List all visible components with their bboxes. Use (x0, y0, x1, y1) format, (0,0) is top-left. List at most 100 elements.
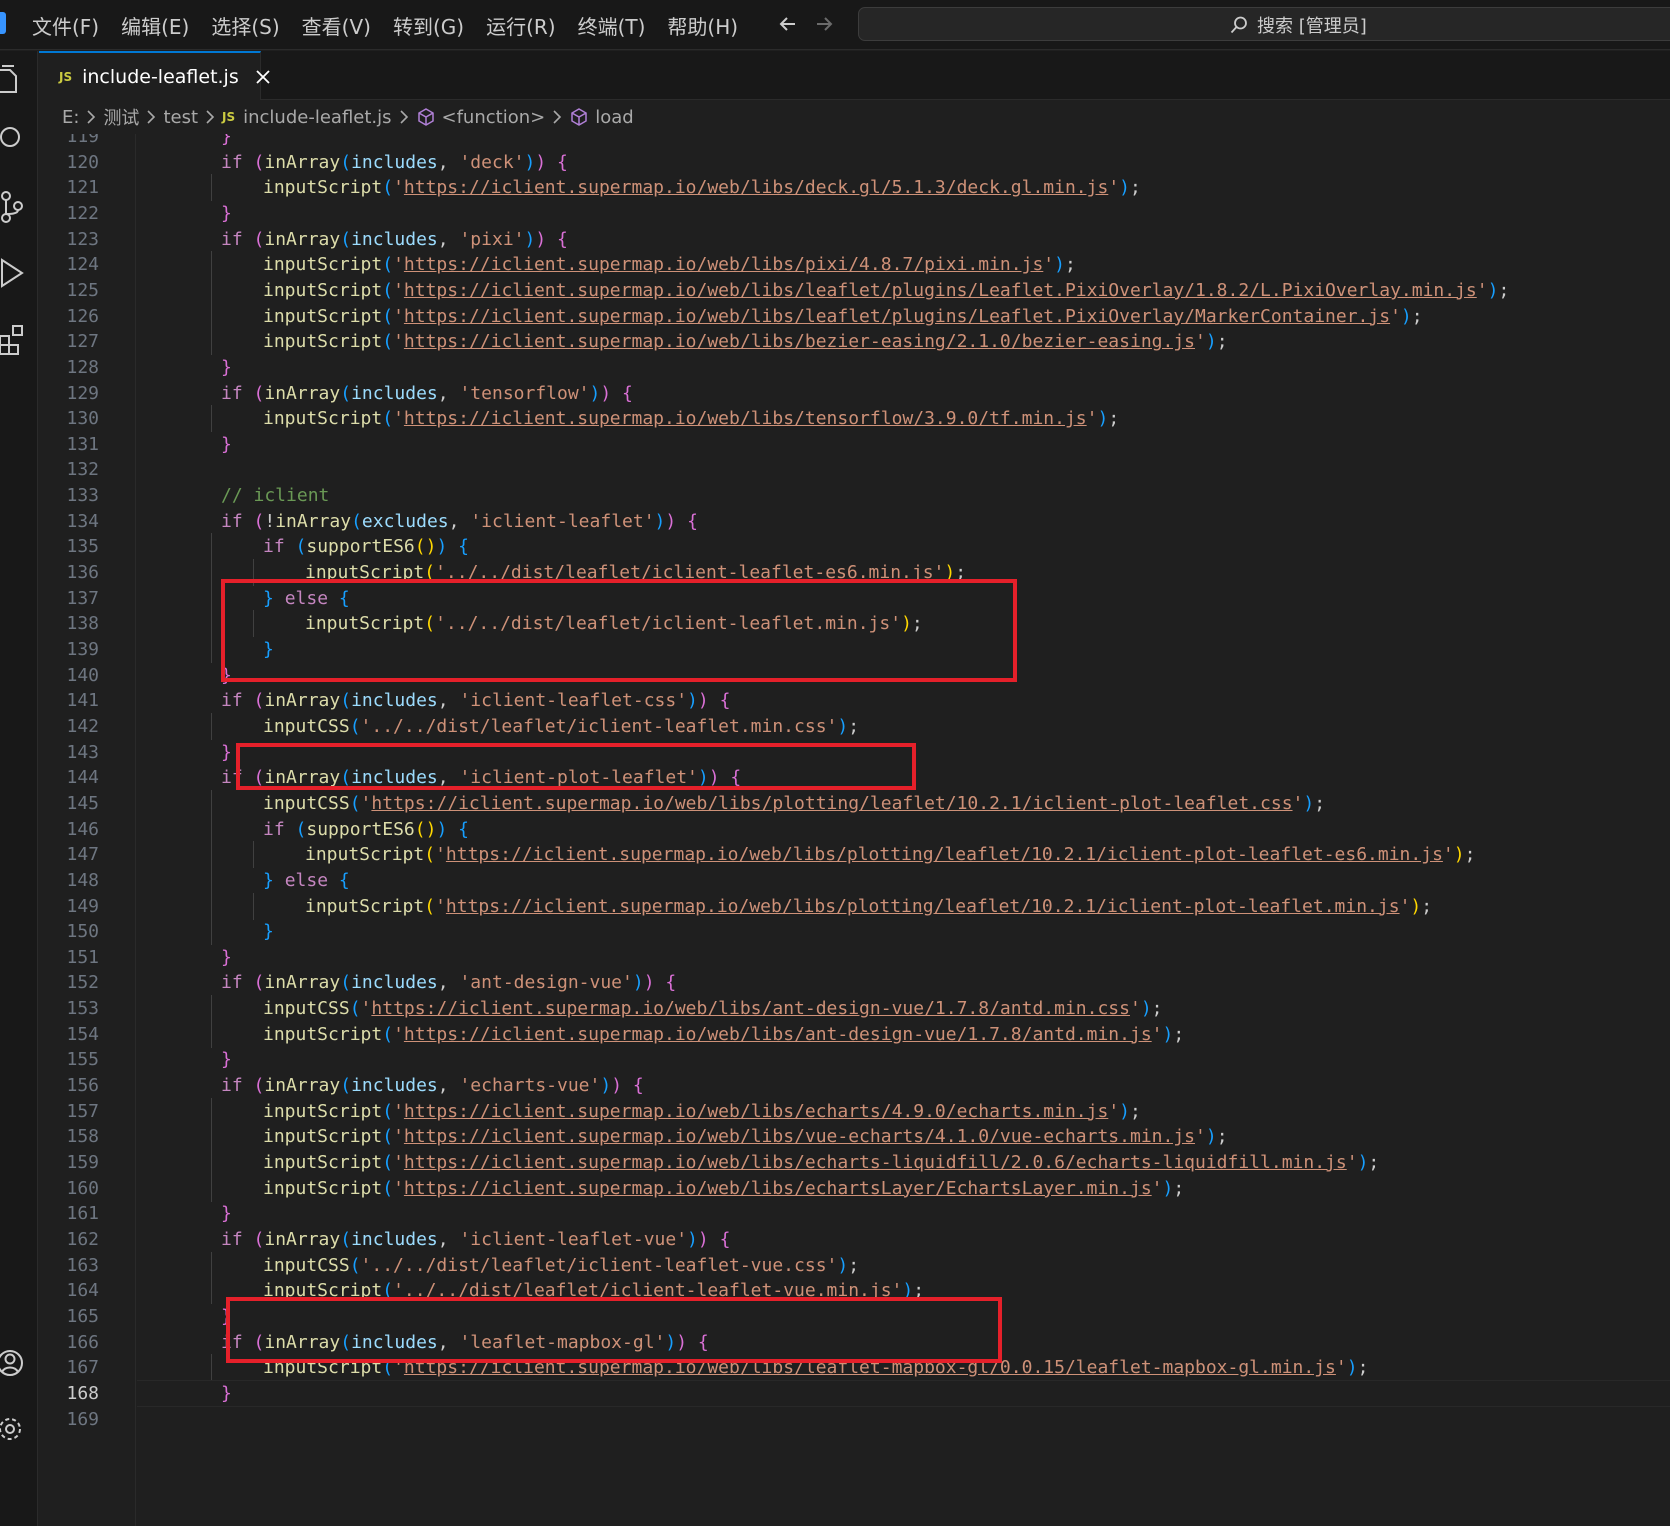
url-link[interactable]: https://iclient.supermap.io/web/libs/lea… (404, 280, 1477, 301)
menu-go[interactable]: 转到(G) (383, 7, 474, 44)
url-link[interactable]: https://iclient.supermap.io/web/libs/vue… (404, 1126, 1195, 1147)
highlight-box-es6-scripts (221, 579, 1017, 682)
code-token: if (221, 972, 243, 994)
breadcrumb-scope-load[interactable]: load (595, 107, 633, 128)
code-line[interactable]: 123 if (inArray(includes, 'pixi')) { (39, 226, 1670, 253)
code-line[interactable]: 147 inputScript('https://iclient.supermap… (39, 841, 1670, 869)
code-line[interactable]: 127 inputScript('https://iclient.supermap… (39, 328, 1670, 356)
url-link[interactable]: https://iclient.supermap.io/web/libs/ech… (404, 1152, 1347, 1173)
breadcrumb-file[interactable]: include-leaflet.js (243, 107, 391, 128)
current-line-highlight (137, 1379, 1670, 1407)
code-line[interactable]: 160 inputScript('https://iclient.supermap… (39, 1174, 1670, 1202)
menu-view[interactable]: 查看(V) (292, 7, 381, 44)
code-line[interactable]: 157 inputScript('https://iclient.supermap… (39, 1097, 1670, 1125)
code-token: ' (435, 844, 446, 866)
menu-help[interactable]: 帮助(H) (657, 7, 748, 44)
code-line[interactable]: 163 inputCSS('../../dist/leaflet/iclient-… (39, 1251, 1670, 1279)
url-link[interactable]: https://iclient.supermap.io/web/libs/plo… (371, 793, 1292, 814)
explorer-button[interactable] (0, 57, 38, 101)
code-line[interactable]: 153 inputCSS('https://iclient.supermap.io… (39, 995, 1670, 1023)
tab-include-leaflet[interactable]: JS include-leaflet.js (39, 51, 270, 100)
forward-button[interactable] (806, 8, 842, 40)
code-line[interactable]: 135 if (supportES6()) { (39, 533, 1670, 561)
url-link[interactable]: https://iclient.supermap.io/web/libs/pix… (404, 254, 1043, 275)
code-line[interactable]: 146 if (supportES6()) { (39, 815, 1670, 843)
code-editor[interactable]: 119} 120 if (inArray(includes, 'deck')) {1… (39, 134, 1670, 1526)
breadcrumb-drive[interactable]: E: (62, 107, 79, 128)
activity-bar (0, 51, 38, 1526)
code-token: if (263, 818, 285, 840)
menu-edit[interactable]: 编辑(E) (111, 7, 199, 44)
breadcrumb-folder-test[interactable]: test (163, 107, 198, 128)
code-token: ) (524, 151, 536, 173)
line-code: } (221, 200, 232, 227)
code-token: inputScript (263, 1126, 383, 1148)
url-link[interactable]: https://iclient.supermap.io/web/libs/ant… (371, 998, 1130, 1019)
code-token: ' (393, 305, 404, 327)
code-line[interactable]: 133 // iclient (39, 482, 1670, 509)
code-token: ) (589, 382, 601, 404)
code-line[interactable]: 132 (39, 456, 1670, 483)
url-link[interactable]: https://iclient.supermap.io/web/libs/plo… (446, 896, 1400, 917)
url-link[interactable]: https://iclient.supermap.io/web/libs/ten… (404, 408, 1087, 429)
code-token: ' (1195, 331, 1206, 353)
code-line[interactable]: 151} (39, 944, 1670, 971)
tab-close-button[interactable] (255, 67, 271, 87)
code-token: ' (1335, 1357, 1347, 1379)
breadcrumb-folder-ceshi[interactable]: 测试 (103, 104, 139, 130)
back-button[interactable] (770, 8, 806, 40)
code-token: includes (351, 382, 438, 404)
url-link[interactable]: https://iclient.supermap.io/web/libs/ant… (404, 1024, 1152, 1045)
menu-file[interactable]: 文件(F) (22, 7, 109, 44)
url-link[interactable]: https://iclient.supermap.io/web/libs/ech… (404, 1101, 1108, 1122)
code-token: ) (1303, 792, 1315, 814)
url-link[interactable]: https://iclient.supermap.io/web/libs/dec… (404, 177, 1108, 198)
code-line[interactable]: 154 inputScript('https://iclient.supermap… (39, 1020, 1670, 1048)
code-line[interactable]: 124 inputScript('https://iclient.supermap… (39, 251, 1670, 279)
code-line[interactable]: 155} (39, 1046, 1670, 1073)
line-number: 125 (66, 279, 99, 301)
accounts-button[interactable] (0, 1341, 38, 1385)
code-line[interactable]: 152 if (inArray(includes, 'ant-design-vue… (39, 969, 1670, 996)
code-line[interactable]: 150} (39, 918, 1670, 946)
menu-run[interactable]: 运行(R) (476, 7, 566, 44)
code-line[interactable]: 149 inputScript('https://iclient.supermap… (39, 892, 1670, 920)
code-line[interactable]: 121 inputScript('https://iclient.supermap… (39, 174, 1670, 202)
code-line[interactable]: 145 inputCSS('https://iclient.supermap.io… (39, 789, 1670, 817)
chevron-right-icon (552, 110, 562, 124)
manage-button[interactable] (0, 1407, 38, 1451)
code-line[interactable]: 148} else { (39, 866, 1670, 894)
url-link[interactable]: https://iclient.supermap.io/web/libs/ech… (404, 1178, 1152, 1199)
code-line[interactable]: 159 inputScript('https://iclient.supermap… (39, 1149, 1670, 1176)
url-link[interactable]: https://iclient.supermap.io/web/libs/bez… (404, 331, 1195, 352)
breadcrumb-scope-function[interactable]: <function> (442, 107, 546, 128)
code-line[interactable]: 120 if (inArray(includes, 'deck')) { (39, 149, 1670, 176)
code-line[interactable]: 156 if (inArray(includes, 'echarts-vue'))… (39, 1072, 1670, 1099)
search-view-button[interactable] (0, 117, 38, 161)
run-debug-button[interactable] (0, 251, 38, 295)
menu-terminal[interactable]: 终端(T) (568, 7, 656, 44)
code-line[interactable]: 128} (39, 354, 1670, 381)
extensions-button[interactable] (0, 317, 38, 361)
command-center-search[interactable]: 搜索 [管理员] (858, 7, 1670, 41)
code-line[interactable]: 134 if (!inArray(excludes, 'iclient-leafl… (39, 508, 1670, 535)
code-line[interactable]: 141 if (inArray(includes, 'iclient-leafle… (39, 687, 1670, 714)
code-line[interactable]: 169 (39, 1406, 1670, 1433)
code-line[interactable]: 122} (39, 200, 1670, 227)
code-line[interactable]: 142 inputCSS('../../dist/leaflet/iclient-… (39, 712, 1670, 740)
code-line[interactable]: 119} (39, 134, 1670, 150)
code-line[interactable]: 130 inputScript('https://iclient.supermap… (39, 405, 1670, 433)
url-link[interactable]: https://iclient.supermap.io/web/libs/lea… (404, 306, 1390, 327)
code-line[interactable]: 161} (39, 1200, 1670, 1227)
source-control-button[interactable] (0, 185, 38, 229)
menu-selection[interactable]: 选择(S) (201, 7, 289, 44)
code-line[interactable]: 129 if (inArray(includes, 'tensorflow')) … (39, 380, 1670, 407)
url-link[interactable]: https://iclient.supermap.io/web/libs/plo… (446, 844, 1443, 865)
code-line[interactable]: 168} (39, 1379, 1670, 1407)
code-line[interactable]: 162 if (inArray(includes, 'iclient-leafle… (39, 1226, 1670, 1253)
code-line[interactable]: 125 inputScript('https://iclient.supermap… (39, 276, 1670, 304)
code-line[interactable]: 126 inputScript('https://iclient.supermap… (39, 302, 1670, 330)
code-line[interactable]: 158 inputScript('https://iclient.supermap… (39, 1123, 1670, 1151)
code-line[interactable]: 131} (39, 431, 1670, 458)
